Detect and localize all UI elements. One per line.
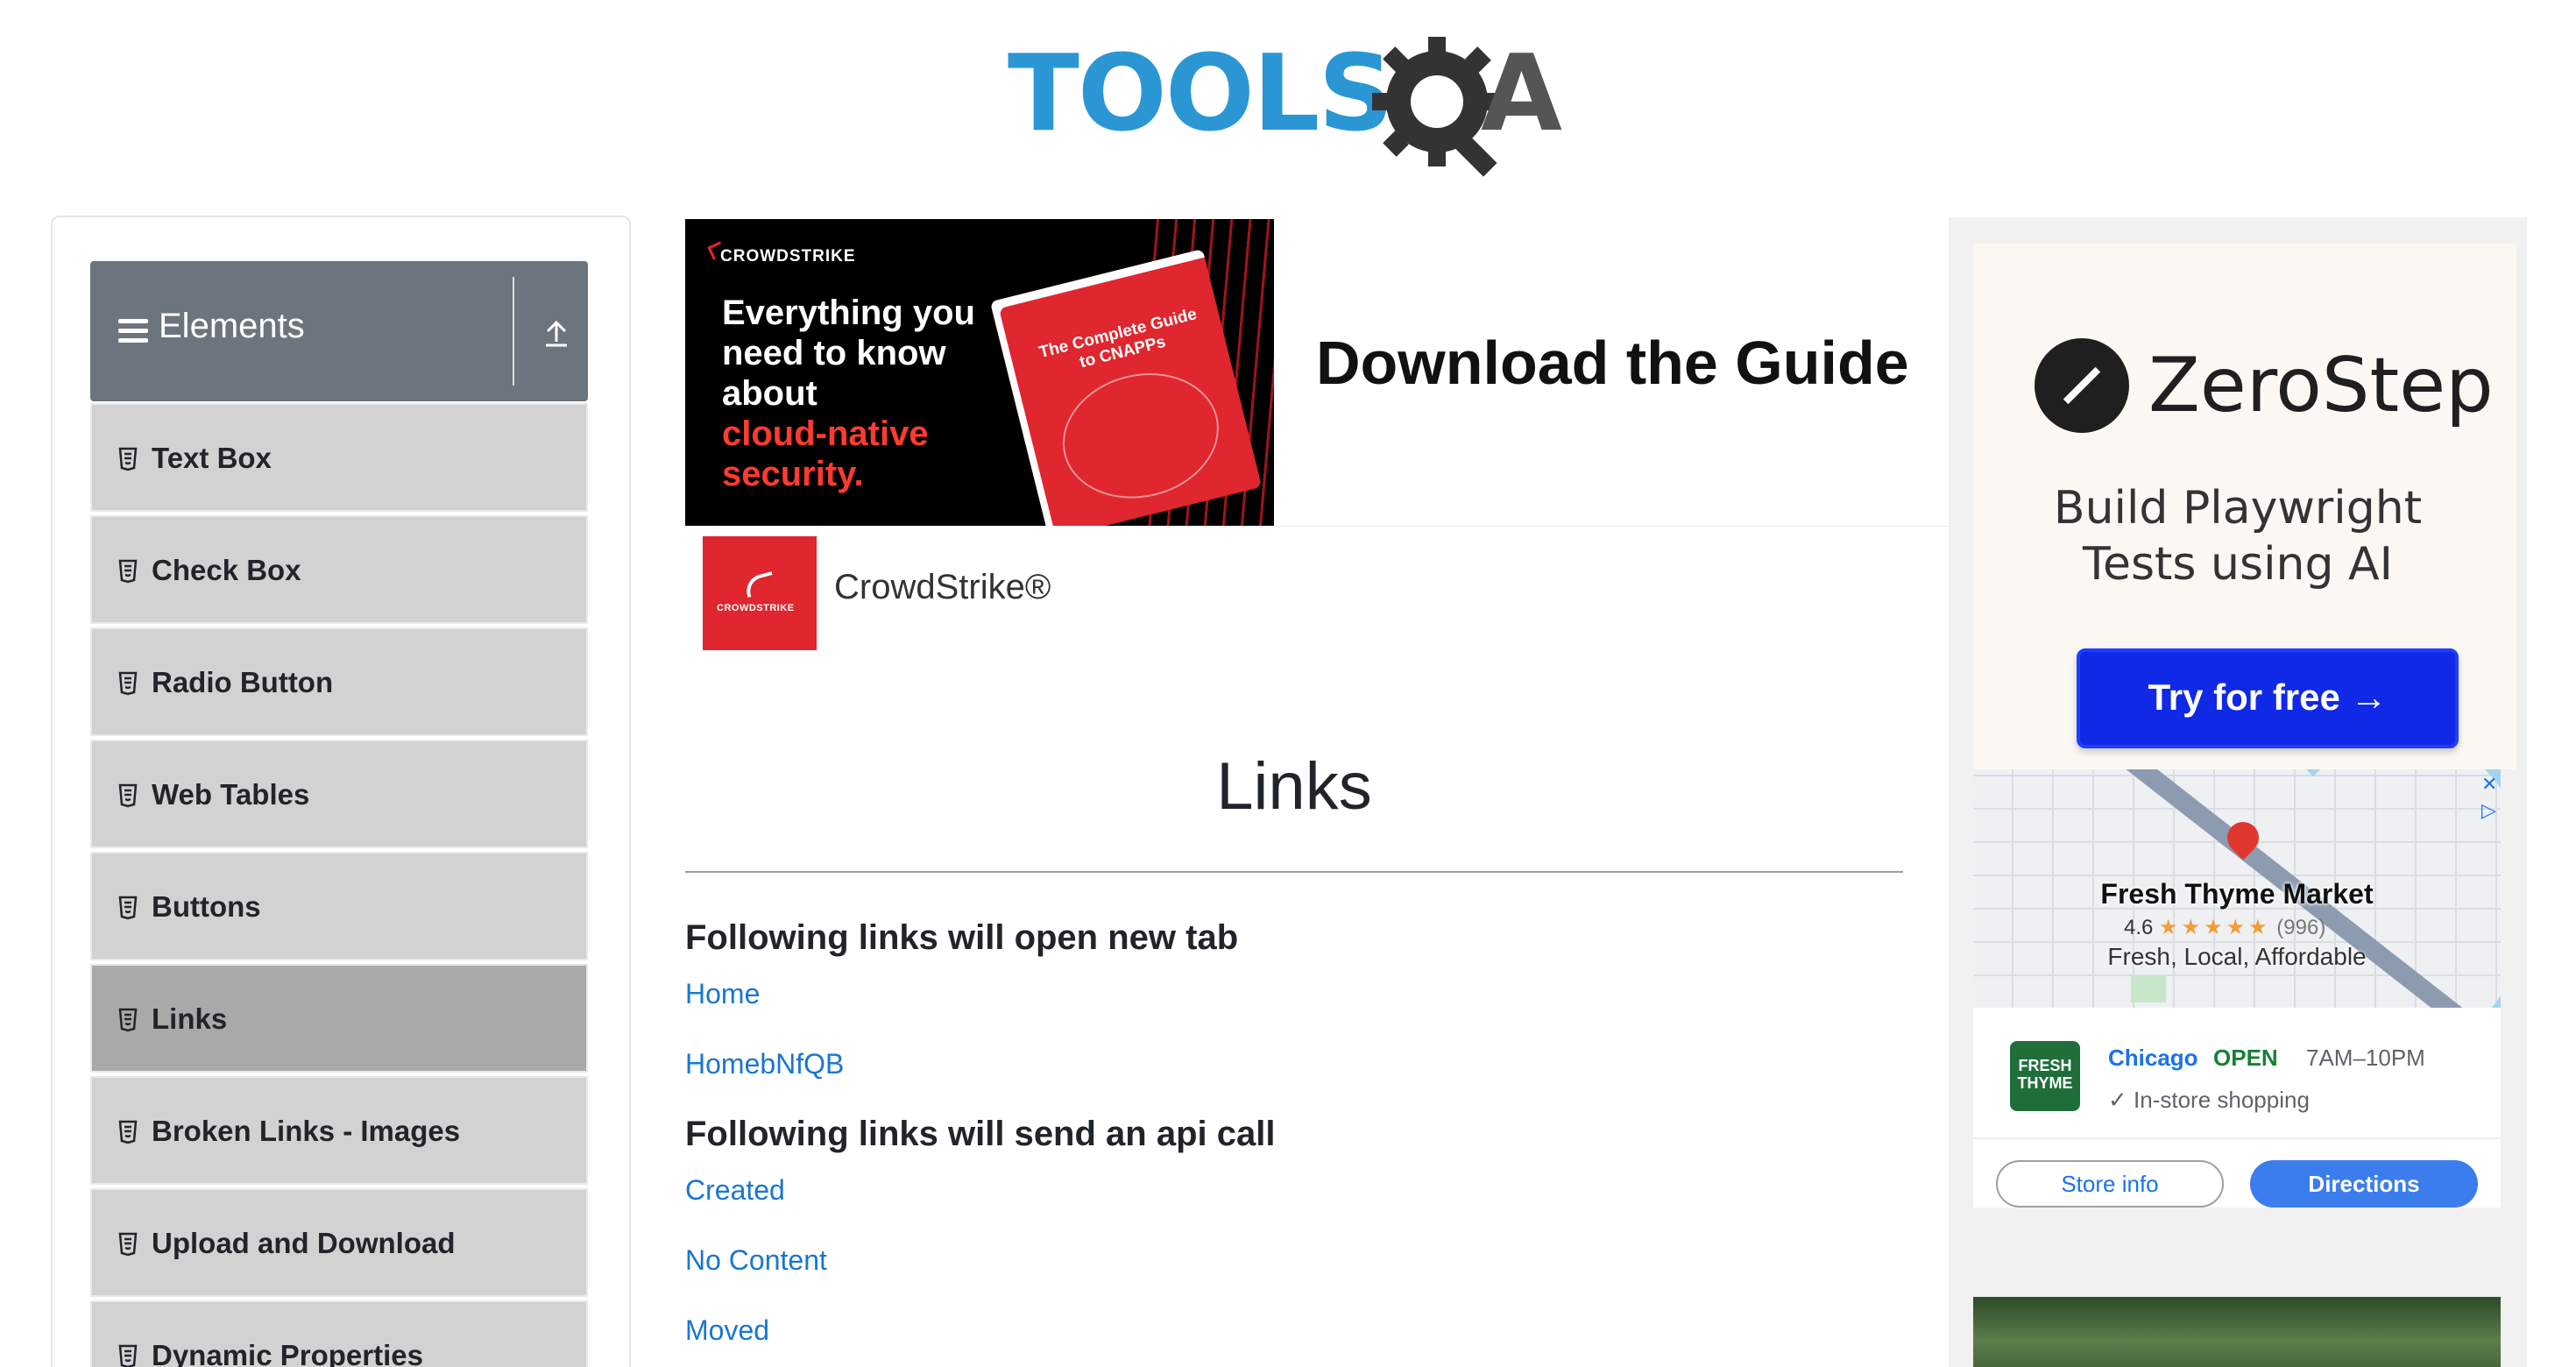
- store-map[interactable]: Fresh Thyme Market 4.6 ★★★★★ (996) Fresh…: [1973, 769, 2501, 1008]
- directions-button[interactable]: Directions: [2250, 1160, 2478, 1208]
- menu-item-links[interactable]: Links: [90, 964, 588, 1073]
- ad-close-icon[interactable]: ✕: [2481, 773, 2497, 796]
- try-for-free-button[interactable]: Try for free →: [2077, 648, 2459, 748]
- menu-item-check-box[interactable]: Check Box: [90, 515, 588, 624]
- zerostep-ad[interactable]: ZeroStep Build Playwright Tests using AI…: [1973, 244, 2516, 769]
- tagline-line-2: Tests using AI: [2083, 538, 2393, 591]
- menu-item-label: Broken Links - Images: [152, 1115, 461, 1147]
- menu-item-text-box[interactable]: Text Box: [90, 403, 588, 512]
- menu-item-dynamic-properties[interactable]: Dynamic Properties: [90, 1300, 588, 1367]
- html5-icon: [118, 1232, 138, 1257]
- menu-item-broken-links-images[interactable]: Broken Links - Images: [90, 1076, 588, 1185]
- ad-divider: [1274, 526, 1947, 527]
- store-status: OPEN: [2213, 1045, 2278, 1071]
- zerostep-brand: ZeroStep: [2148, 342, 2494, 429]
- html5-icon: [118, 896, 138, 920]
- menu-item-radio-button[interactable]: Radio Button: [90, 627, 588, 736]
- html5-icon: [118, 447, 138, 471]
- store-city[interactable]: Chicago: [2108, 1045, 2198, 1072]
- zerostep-tagline: Build Playwright Tests using AI: [1949, 480, 2527, 592]
- menu-item-upload-and-download[interactable]: Upload and Download: [90, 1188, 588, 1297]
- menu-item-label: Check Box: [152, 554, 301, 586]
- menu-item-label: Text Box: [152, 442, 272, 474]
- menu-item-label: Web Tables: [152, 778, 310, 811]
- download-guide-link[interactable]: Download the Guide: [1316, 328, 1909, 398]
- ad-photo-image[interactable]: [1973, 1297, 2501, 1367]
- fresh-thyme-logo[interactable]: FRESH THYME: [2010, 1041, 2080, 1111]
- book-rings-decoration: [1049, 357, 1233, 514]
- link-moved[interactable]: Moved: [685, 1314, 769, 1347]
- section-heading-new-tab: Following links will open new tab: [685, 918, 1239, 957]
- store-info-button[interactable]: Store info: [1996, 1160, 2224, 1208]
- menu-item-label: Buttons: [152, 890, 261, 923]
- hamburger-icon: [118, 319, 148, 344]
- menu-item-label: Dynamic Properties: [152, 1339, 423, 1367]
- link-home-dynamic[interactable]: HomebNfQB: [685, 1048, 844, 1080]
- store-hours: 7AM–10PM: [2306, 1045, 2425, 1071]
- ad-banner-image[interactable]: CROWDSTRIKE Everything you need to know …: [685, 219, 1274, 526]
- menu-item-label: Upload and Download: [152, 1227, 456, 1259]
- logo-text-tools: TOOLS: [1008, 33, 1394, 155]
- store-name: Fresh Thyme Market: [2100, 878, 2374, 910]
- menu-item-buttons[interactable]: Buttons: [90, 852, 588, 960]
- review-count: (996): [2276, 916, 2326, 939]
- html5-icon: [118, 1008, 138, 1032]
- group-title: Elements: [159, 307, 305, 345]
- link-home[interactable]: Home: [685, 978, 760, 1010]
- logo-text-a: A: [1481, 33, 1562, 155]
- crowdstrike-ad[interactable]: CROWDSTRIKE Everything you need to know …: [685, 219, 1947, 657]
- advertiser-name[interactable]: CrowdStrike®: [834, 568, 1051, 607]
- header-divider: [513, 277, 514, 386]
- store-description: Fresh, Local, Affordable: [2107, 943, 2367, 970]
- ad-headline-red: cloud-native security.: [722, 414, 929, 493]
- logo-brand-text: CROWDSTRIKE: [717, 603, 795, 613]
- html5-icon: [118, 1344, 138, 1367]
- ad-choices-icon[interactable]: ▷: [2481, 799, 2496, 822]
- elements-group-header[interactable]: Elements: [90, 261, 588, 401]
- menu-item-web-tables[interactable]: Web Tables: [90, 740, 588, 848]
- store-rating: 4.6 ★★★★★ (996): [2124, 915, 2325, 940]
- falcon-icon: [742, 570, 777, 599]
- ad-headline: Everything you need to know about cloud-…: [722, 293, 985, 494]
- menu-item-label: Radio Button: [152, 666, 334, 698]
- page-title: Links: [1216, 749, 1372, 824]
- store-feature: ✓ In-store shopping: [2108, 1087, 2310, 1113]
- html5-icon: [118, 671, 138, 696]
- map-park: [2131, 976, 2166, 1002]
- ad-brand: CROWDSTRIKE: [720, 247, 856, 266]
- fresh-thyme-ad[interactable]: Fresh Thyme Market 4.6 ★★★★★ (996) Fresh…: [1973, 769, 2501, 1208]
- right-ad-column: ZeroStep Build Playwright Tests using AI…: [1949, 217, 2527, 1367]
- title-divider: [685, 871, 1903, 873]
- zerostep-logo-icon: [2035, 338, 2129, 433]
- html5-icon: [118, 783, 138, 808]
- tagline-line-1: Build Playwright: [2053, 482, 2423, 535]
- collapse-arrow-icon[interactable]: [539, 315, 574, 351]
- section-heading-api-call: Following links will send an api call: [685, 1115, 1276, 1153]
- link-created[interactable]: Created: [685, 1174, 785, 1207]
- rating-value: 4.6: [2124, 916, 2154, 939]
- rating-stars-icon: ★★★★★: [2159, 916, 2271, 939]
- store-divider: [1973, 1137, 2501, 1139]
- menu-item-label: Links: [152, 1002, 228, 1035]
- book-title: The Complete Guide to CNAPPs: [1037, 305, 1200, 372]
- link-no-content[interactable]: No Content: [685, 1244, 827, 1277]
- elements-menu: Text Box Check Box Radio Button Web Tabl…: [90, 403, 588, 1367]
- html5-icon: [118, 1120, 138, 1144]
- ad-headline-white: Everything you need to know about: [722, 294, 975, 413]
- toolsqa-logo[interactable]: TOOLS A: [1008, 25, 1577, 177]
- html5-icon: [118, 559, 138, 584]
- crowdstrike-logo[interactable]: CROWDSTRIKE: [703, 536, 817, 650]
